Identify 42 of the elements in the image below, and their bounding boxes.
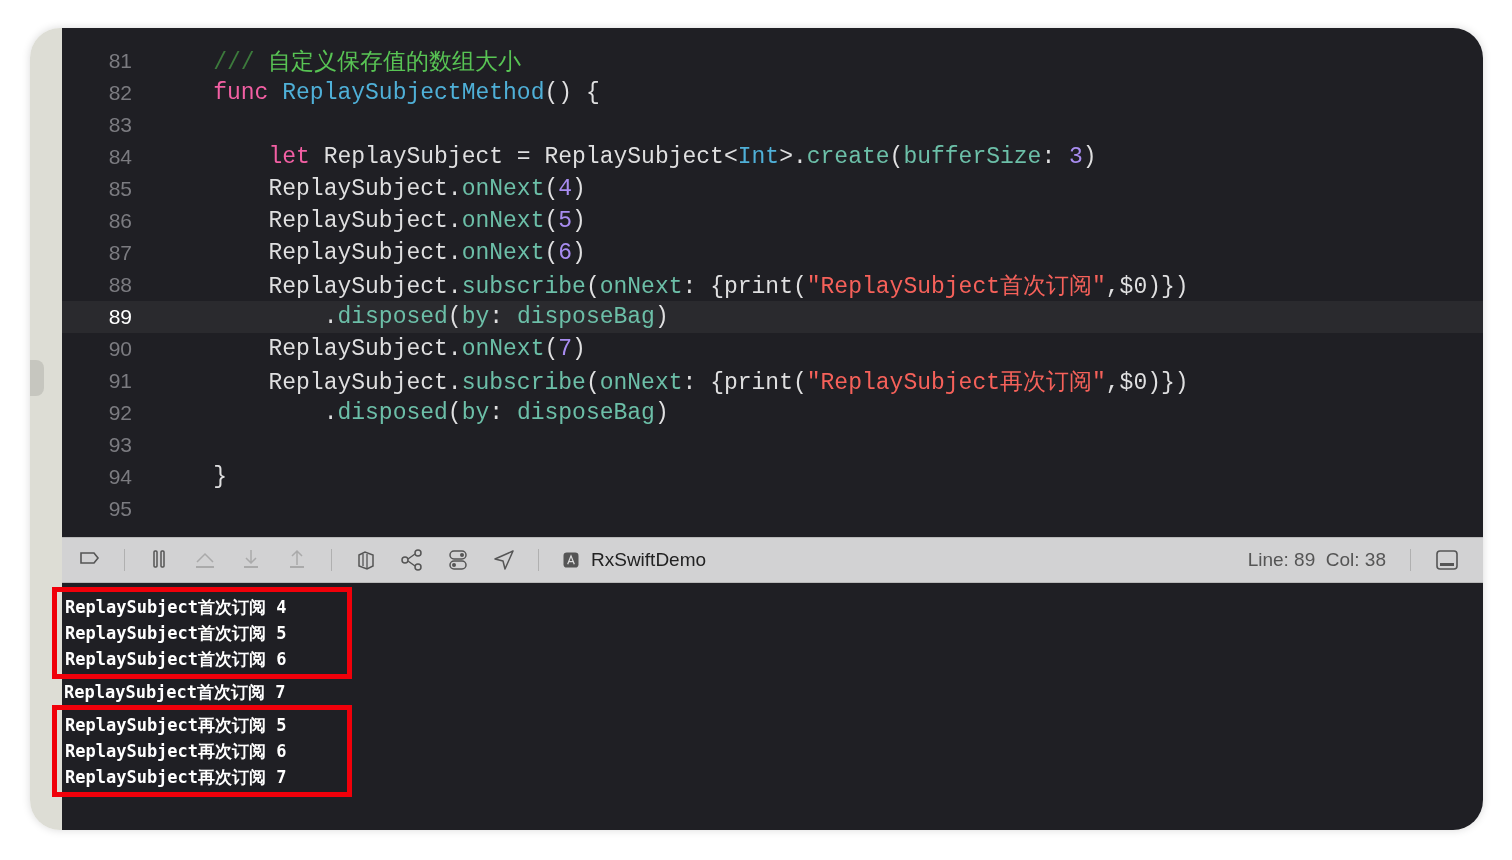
- line-number: 82: [107, 81, 132, 105]
- console-output-line: ReplaySubject首次订阅 7: [64, 681, 286, 704]
- console-output-line: ReplaySubject首次订阅 6: [64, 648, 287, 671]
- line-number: 85: [107, 177, 132, 201]
- line-number: 87: [107, 241, 132, 265]
- line-number: 94: [107, 465, 132, 489]
- graph-icon[interactable]: [400, 548, 424, 572]
- line-number: 92: [107, 401, 132, 425]
- code-line: ReplaySubject.onNext(6): [267, 240, 586, 266]
- line-number: 88: [107, 273, 132, 297]
- panel-toggle-icon[interactable]: [1435, 548, 1459, 572]
- code-line: .disposed(by: disposeBag): [322, 400, 669, 426]
- line-number: 83: [107, 113, 132, 137]
- code-line: ReplaySubject.onNext(7): [267, 336, 586, 362]
- location-arrow-icon[interactable]: [492, 548, 516, 572]
- console-output-line: ReplaySubject首次订阅 4: [64, 596, 287, 619]
- cursor-position: Line: 89 Col: 38: [1247, 549, 1386, 571]
- line-number: 89: [107, 305, 132, 329]
- code-line: .disposed(by: disposeBag): [322, 304, 669, 330]
- console-output-line: ReplaySubject再次订阅 5: [64, 714, 287, 737]
- line-number: 90: [107, 337, 132, 361]
- app-icon[interactable]: [561, 550, 581, 570]
- code-line: ReplaySubject.onNext(5): [267, 208, 586, 234]
- line-number: 84: [107, 145, 132, 169]
- console-output-line: ReplaySubject再次订阅 6: [64, 740, 287, 763]
- line-number: 81: [107, 49, 132, 73]
- code-line: ReplaySubject.onNext(4): [267, 176, 586, 202]
- code-line: /// 自定义保存值的数组大小: [212, 48, 522, 77]
- toggles-icon[interactable]: [446, 548, 470, 572]
- line-number: 95: [107, 497, 132, 521]
- console-output-line: ReplaySubject首次订阅 5: [64, 622, 287, 645]
- console-output-line: ReplaySubject再次订阅 7: [64, 766, 287, 789]
- code-line: func ReplaySubjectMethod() {: [212, 80, 600, 106]
- line-number: 86: [107, 209, 132, 233]
- resize-handle[interactable]: [30, 360, 44, 396]
- line-number: 93: [107, 433, 132, 457]
- code-line: let ReplaySubject = ReplaySubject<Int>.create(bufferSize: 3): [267, 144, 1097, 170]
- code-line: ReplaySubject.subscribe(onNext: {print("ReplaySubject再次订阅",$0)}): [267, 368, 1189, 397]
- line-number: 91: [107, 369, 132, 393]
- code-line: }: [212, 464, 227, 490]
- scheme-name[interactable]: RxSwiftDemo: [591, 549, 707, 571]
- code-line: ReplaySubject.subscribe(onNext: {print("ReplaySubject首次订阅",$0)}): [267, 272, 1189, 301]
